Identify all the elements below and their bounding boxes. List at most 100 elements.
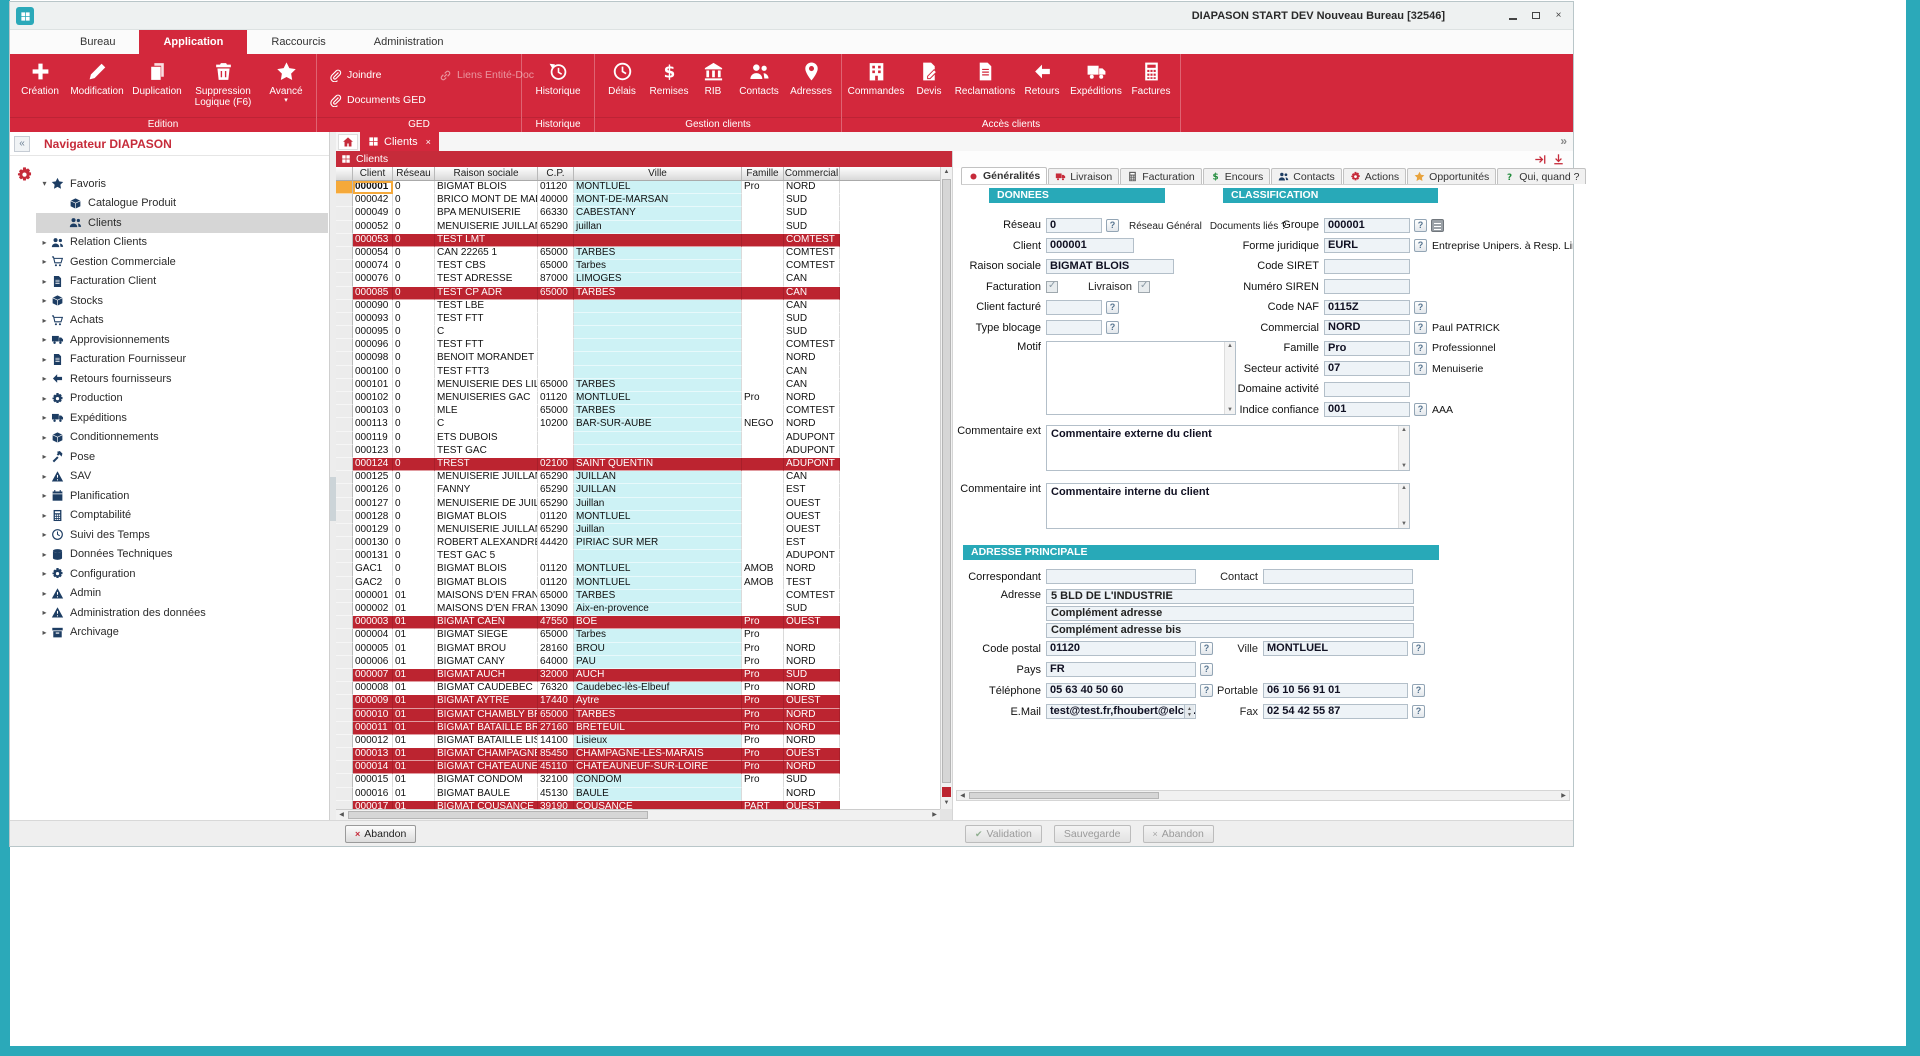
row-selector[interactable] bbox=[336, 629, 353, 643]
row-selector[interactable] bbox=[336, 800, 353, 809]
commentaire-ext-textarea[interactable]: Commentaire externe du client ▲ ▼ bbox=[1046, 425, 1410, 471]
row-selector[interactable] bbox=[336, 260, 353, 274]
table-row[interactable]: 0001290MENUISERIE JUILLANAIS65290Juillan… bbox=[336, 523, 940, 538]
tab-actions[interactable]: Actions bbox=[1342, 168, 1407, 184]
table-row[interactable]: 000124 0 TREST 02100 SAINT QUENTIN ADUPONT bbox=[336, 457, 940, 472]
reseau-input[interactable]: 0 bbox=[1046, 217, 1102, 233]
ribbon-button-avance[interactable]: Avancé ▾ bbox=[260, 61, 312, 104]
tab-opportunites[interactable]: Opportunités bbox=[1407, 168, 1497, 184]
table-row[interactable]: 000090 0 TEST LBE CAN bbox=[336, 299, 940, 313]
row-selector[interactable] bbox=[336, 392, 353, 406]
row-selector[interactable] bbox=[336, 418, 353, 432]
row-selector[interactable] bbox=[336, 550, 353, 564]
commercial-help-button[interactable]: ? bbox=[1414, 321, 1427, 335]
sidebar-item-archivage[interactable]: ▸ Archivage bbox=[36, 623, 328, 643]
sidebar-item-relation-clients[interactable]: ▸ Relation Clients bbox=[36, 233, 328, 253]
code-siret-input[interactable] bbox=[1324, 258, 1410, 274]
ribbon-button-duplication[interactable]: Duplication bbox=[128, 61, 186, 97]
row-selector[interactable] bbox=[336, 246, 353, 261]
type-blocage-help-button[interactable]: ? bbox=[1106, 321, 1119, 335]
row-selector[interactable] bbox=[336, 748, 353, 762]
table-row[interactable]: 000005 01 BIGMAT BROU 28160 BROU Pro NORD bbox=[336, 642, 940, 656]
row-selector[interactable] bbox=[336, 312, 353, 327]
livraison-checkbox[interactable] bbox=[1138, 280, 1151, 293]
table-row[interactable]: 000128 0 BIGMAT BLOIS 01120 MONTLUEL OUEST bbox=[336, 510, 940, 524]
sidebar-item-facturation-fournisseur[interactable]: ▸ Facturation Fournisseur bbox=[36, 350, 328, 370]
table-row[interactable]: 000052 0 MENUISERIE JUILLAN 65290 juillan SUD bbox=[336, 220, 940, 234]
client-facture-input[interactable] bbox=[1046, 299, 1102, 315]
pays-help-button[interactable]: ? bbox=[1200, 663, 1213, 676]
row-selector[interactable] bbox=[336, 668, 353, 683]
sidebar-item-achats[interactable]: ▸ Achats bbox=[36, 311, 328, 331]
indice-confiance-help-button[interactable]: ? bbox=[1414, 403, 1427, 417]
row-selector[interactable] bbox=[336, 352, 353, 366]
table-row[interactable]: 000103 0 MLE 65000 TARBES COMTEST bbox=[336, 405, 940, 419]
sidebar-item-planification[interactable]: ▸ Planification bbox=[36, 486, 328, 506]
pays-input[interactable]: FR bbox=[1046, 662, 1196, 677]
sidebar-item-donnees-techniques[interactable]: ▸ Données Techniques bbox=[36, 545, 328, 565]
domaine-activite-input[interactable] bbox=[1324, 381, 1410, 397]
row-selector[interactable] bbox=[336, 273, 353, 287]
sidebar-item-pose[interactable]: ▸ Pose bbox=[36, 447, 328, 467]
ribbon-button-adresses[interactable]: Adresses bbox=[785, 61, 837, 97]
grid-col-famille[interactable]: Famille bbox=[742, 167, 784, 180]
code-naf-help-button[interactable]: ? bbox=[1414, 300, 1427, 314]
code-postal-help-button[interactable]: ? bbox=[1200, 642, 1213, 655]
table-row[interactable]: 000003 01 BIGMAT CAEN 47550 BOE Pro OUEST bbox=[336, 616, 940, 630]
row-selector[interactable] bbox=[336, 774, 353, 788]
row-selector[interactable] bbox=[336, 220, 353, 234]
indice-confiance-input[interactable]: 001 bbox=[1324, 402, 1410, 418]
groupe-help-button[interactable]: ? bbox=[1414, 218, 1427, 232]
row-selector[interactable] bbox=[336, 642, 353, 656]
commercial-input[interactable]: NORD bbox=[1324, 320, 1410, 336]
sidebar-item-production[interactable]: ▸ Production bbox=[36, 389, 328, 409]
adresse-line2-input[interactable]: Complément adresse bbox=[1046, 606, 1414, 621]
table-row[interactable]: 00000101MAISONS D'EN FRANCE65000TARBESCO… bbox=[336, 589, 940, 603]
row-selector[interactable] bbox=[336, 405, 353, 419]
ribbon-button-historique[interactable]: Historique bbox=[526, 61, 590, 97]
row-selector[interactable] bbox=[336, 655, 353, 669]
commentaire-int-textarea[interactable]: Commentaire interne du client ▲ ▼ bbox=[1046, 483, 1410, 529]
table-row[interactable]: 0001270MENUISERIE DE JUILLAN65290Juillan… bbox=[336, 497, 940, 511]
table-row[interactable]: 0001010MENUISERIE DES LILAS65000TARBESCA… bbox=[336, 378, 940, 392]
sidebar-item-retours-fournisseurs[interactable]: ▸ Retours fournisseurs bbox=[36, 369, 328, 389]
grid-horizontal-scrollbar[interactable]: ◀ ▶ bbox=[336, 809, 940, 820]
restore-button[interactable] bbox=[1527, 8, 1544, 23]
sidebar-item-approvisionnements[interactable]: ▸ Approvisionnements bbox=[36, 330, 328, 350]
ville-input[interactable]: MONTLUEL bbox=[1263, 641, 1408, 656]
textarea-scrollbar[interactable]: ▲ ▼ bbox=[1398, 484, 1409, 528]
sidebar-item-configuration[interactable]: ▸ Configuration bbox=[36, 564, 328, 584]
sidebar-item-comptabilite[interactable]: ▸ Comptabilité bbox=[36, 506, 328, 526]
sidebar-item-sav[interactable]: ▸ SAV bbox=[36, 467, 328, 487]
adresse-line1-input[interactable]: 5 BLD DE L'INDUSTRIE bbox=[1046, 589, 1414, 604]
ribbon-button-expeditions[interactable]: Expéditions bbox=[1066, 61, 1126, 97]
grid-col-c-p[interactable]: C.P. bbox=[538, 167, 574, 180]
ribbon-button-suppression-logique-f6[interactable]: Suppression Logique (F6) bbox=[186, 61, 260, 108]
row-selector[interactable] bbox=[336, 444, 353, 458]
famille-help-button[interactable]: ? bbox=[1414, 341, 1427, 355]
sidebar-item-clients[interactable]: Clients bbox=[36, 213, 328, 233]
tab-generalites[interactable]: Généralités bbox=[961, 167, 1048, 184]
telephone-help-button[interactable]: ? bbox=[1200, 684, 1213, 697]
table-row[interactable]: GAC2 0 BIGMAT BLOIS 01120 MONTLUEL AMOB TEST bbox=[336, 576, 940, 590]
grid-vertical-scrollbar[interactable]: ▲ ▼ bbox=[940, 167, 952, 809]
table-row[interactable]: 00001401BIGMAT CHATEAUNEUF45110CHATEAUNE… bbox=[336, 761, 940, 775]
row-selector[interactable] bbox=[336, 497, 353, 511]
sidebar-item-administration-des-donnees[interactable]: ▸ Administration des données bbox=[36, 603, 328, 623]
row-selector[interactable] bbox=[336, 484, 353, 498]
grid-col-reseau[interactable]: Réseau bbox=[393, 167, 435, 180]
sidebar-item-gestion-commerciale[interactable]: ▸ Gestion Commerciale bbox=[36, 252, 328, 272]
table-row[interactable]: 000076 0 TEST ADRESSE 87000 LIMOGES CAN bbox=[336, 273, 940, 287]
code-postal-input[interactable]: 01120 bbox=[1046, 641, 1196, 656]
tab-contacts[interactable]: Contacts bbox=[1271, 168, 1342, 184]
ribbon-button-creation[interactable]: Création bbox=[14, 61, 66, 97]
fax-input[interactable]: 02 54 42 55 87 bbox=[1263, 704, 1408, 719]
motif-textarea[interactable]: ▲ ▼ bbox=[1046, 341, 1236, 415]
row-selector[interactable] bbox=[336, 734, 353, 749]
forme-juridique-help-button[interactable]: ? bbox=[1414, 239, 1427, 253]
table-row[interactable]: 00001101BIGMAT BATAILLE BRET27160BRETEUI… bbox=[336, 721, 940, 735]
row-selector[interactable] bbox=[336, 233, 353, 247]
table-row[interactable]: 00000201MAISONS D'EN FRANCE13090Aix-en-p… bbox=[336, 603, 940, 617]
row-selector[interactable] bbox=[336, 576, 353, 590]
row-selector[interactable] bbox=[336, 365, 353, 379]
